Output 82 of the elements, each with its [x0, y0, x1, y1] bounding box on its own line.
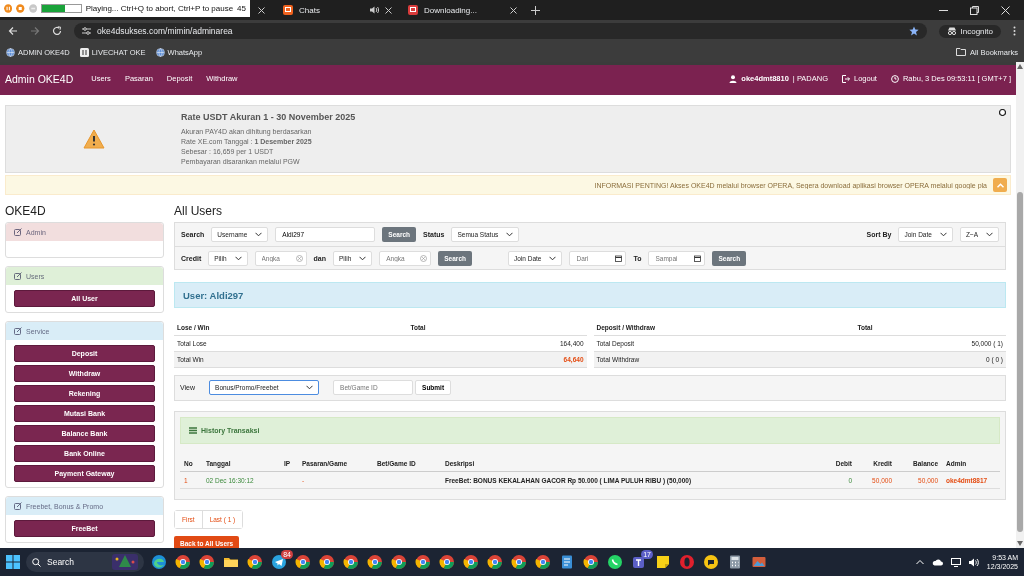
scroll-down-icon[interactable]	[1017, 541, 1023, 546]
chrome-icon[interactable]	[511, 554, 527, 570]
notice-title: Rate USDT Akuran 1 - 30 November 2025	[181, 111, 356, 122]
notepad-icon[interactable]	[559, 554, 575, 570]
clock-icon	[890, 74, 899, 83]
start-icon[interactable]	[6, 555, 20, 569]
list-icon	[189, 426, 197, 434]
back-icon[interactable]	[8, 26, 18, 36]
chevron-icon	[549, 255, 557, 261]
scroll-up-icon[interactable]	[1017, 64, 1023, 69]
chat-icon[interactable]	[703, 554, 719, 570]
chrome-icon[interactable]	[319, 554, 335, 570]
scrollbar-thumb[interactable]	[1017, 192, 1023, 532]
sidebar-title: OKE4D	[5, 204, 47, 218]
search-box[interactable]: Search	[26, 552, 144, 572]
menu-icon[interactable]	[1013, 26, 1016, 36]
chrome-icon[interactable]	[247, 554, 263, 570]
page-title: All Users	[174, 204, 223, 218]
search-icon	[32, 557, 41, 567]
chevron-up-icon[interactable]	[915, 559, 924, 565]
chrome-icon[interactable]	[295, 554, 311, 570]
globe-icon	[155, 47, 165, 57]
edit-icon	[14, 272, 22, 280]
chrome-icon[interactable]	[415, 554, 431, 570]
edit-icon	[14, 228, 22, 236]
restore-icon[interactable]	[970, 5, 979, 15]
chrome-icon[interactable]	[535, 554, 551, 570]
edit-icon	[14, 502, 22, 510]
chevron-icon	[306, 385, 314, 390]
status-text: Playing... Ctrl+Q to abort, Ctrl+P to pause	[85, 4, 234, 13]
new-tab-icon[interactable]	[531, 5, 540, 15]
site-info-icon[interactable]	[82, 27, 91, 35]
star-icon[interactable]	[908, 26, 919, 36]
chat-icon	[79, 47, 89, 57]
chrome-icon[interactable]	[391, 554, 407, 570]
brand-title[interactable]: Admin OKE4D	[5, 72, 74, 85]
chevron-up-icon	[996, 182, 1004, 188]
speaker-icon[interactable]	[370, 6, 379, 14]
chrome-icon[interactable]	[199, 554, 215, 570]
warning-icon	[82, 129, 105, 149]
tree-icon	[112, 554, 138, 570]
chevron-icon	[359, 255, 367, 261]
chevron-icon	[234, 255, 242, 261]
edge-icon[interactable]	[151, 554, 167, 570]
close-icon[interactable]	[999, 109, 1006, 116]
globe-icon	[6, 47, 15, 57]
opera-icon[interactable]	[679, 554, 695, 570]
photos-icon[interactable]	[751, 554, 767, 570]
calculator-icon[interactable]	[727, 554, 743, 570]
browser-tab[interactable]: Chats	[275, 0, 400, 20]
user-icon	[729, 74, 738, 83]
logout-icon	[842, 74, 850, 83]
chrome-icon[interactable]	[463, 554, 479, 570]
chrome-icon[interactable]	[583, 554, 599, 570]
address-bar[interactable]: oke4dsukses.com/mimin/adminarea	[74, 23, 927, 39]
chrome-icon[interactable]	[367, 554, 383, 570]
edit-icon	[14, 327, 22, 335]
chrome-icon[interactable]	[439, 554, 455, 570]
chrome-icon[interactable]	[175, 554, 191, 570]
cloud-icon[interactable]	[931, 558, 943, 566]
progress-bar	[41, 4, 82, 13]
chevron-icon	[506, 232, 514, 237]
status-text: 45	[237, 4, 246, 13]
chevron-icon	[939, 232, 947, 237]
browser-tab[interactable]: Downloading...	[400, 0, 525, 20]
user-heading: User: Aldi297	[174, 282, 1006, 308]
chrome-icon[interactable]	[343, 554, 359, 570]
chat-icon	[283, 5, 293, 15]
monitor-icon[interactable]	[950, 557, 961, 567]
chevron-icon	[255, 232, 263, 237]
chat-icon	[408, 5, 418, 15]
sticky-note-icon[interactable]	[655, 554, 671, 570]
reload-icon[interactable]	[52, 26, 62, 36]
folder-icon	[956, 48, 967, 56]
calendar-icon[interactable]	[615, 254, 623, 262]
incognito-icon	[946, 27, 957, 35]
whatsapp-icon[interactable]	[607, 554, 623, 570]
calendar-icon[interactable]	[694, 254, 702, 262]
chrome-icon[interactable]	[487, 554, 503, 570]
incognito-indicator: Incognito	[938, 24, 1001, 38]
chevron-icon	[986, 232, 993, 237]
speaker-icon[interactable]	[968, 557, 979, 567]
